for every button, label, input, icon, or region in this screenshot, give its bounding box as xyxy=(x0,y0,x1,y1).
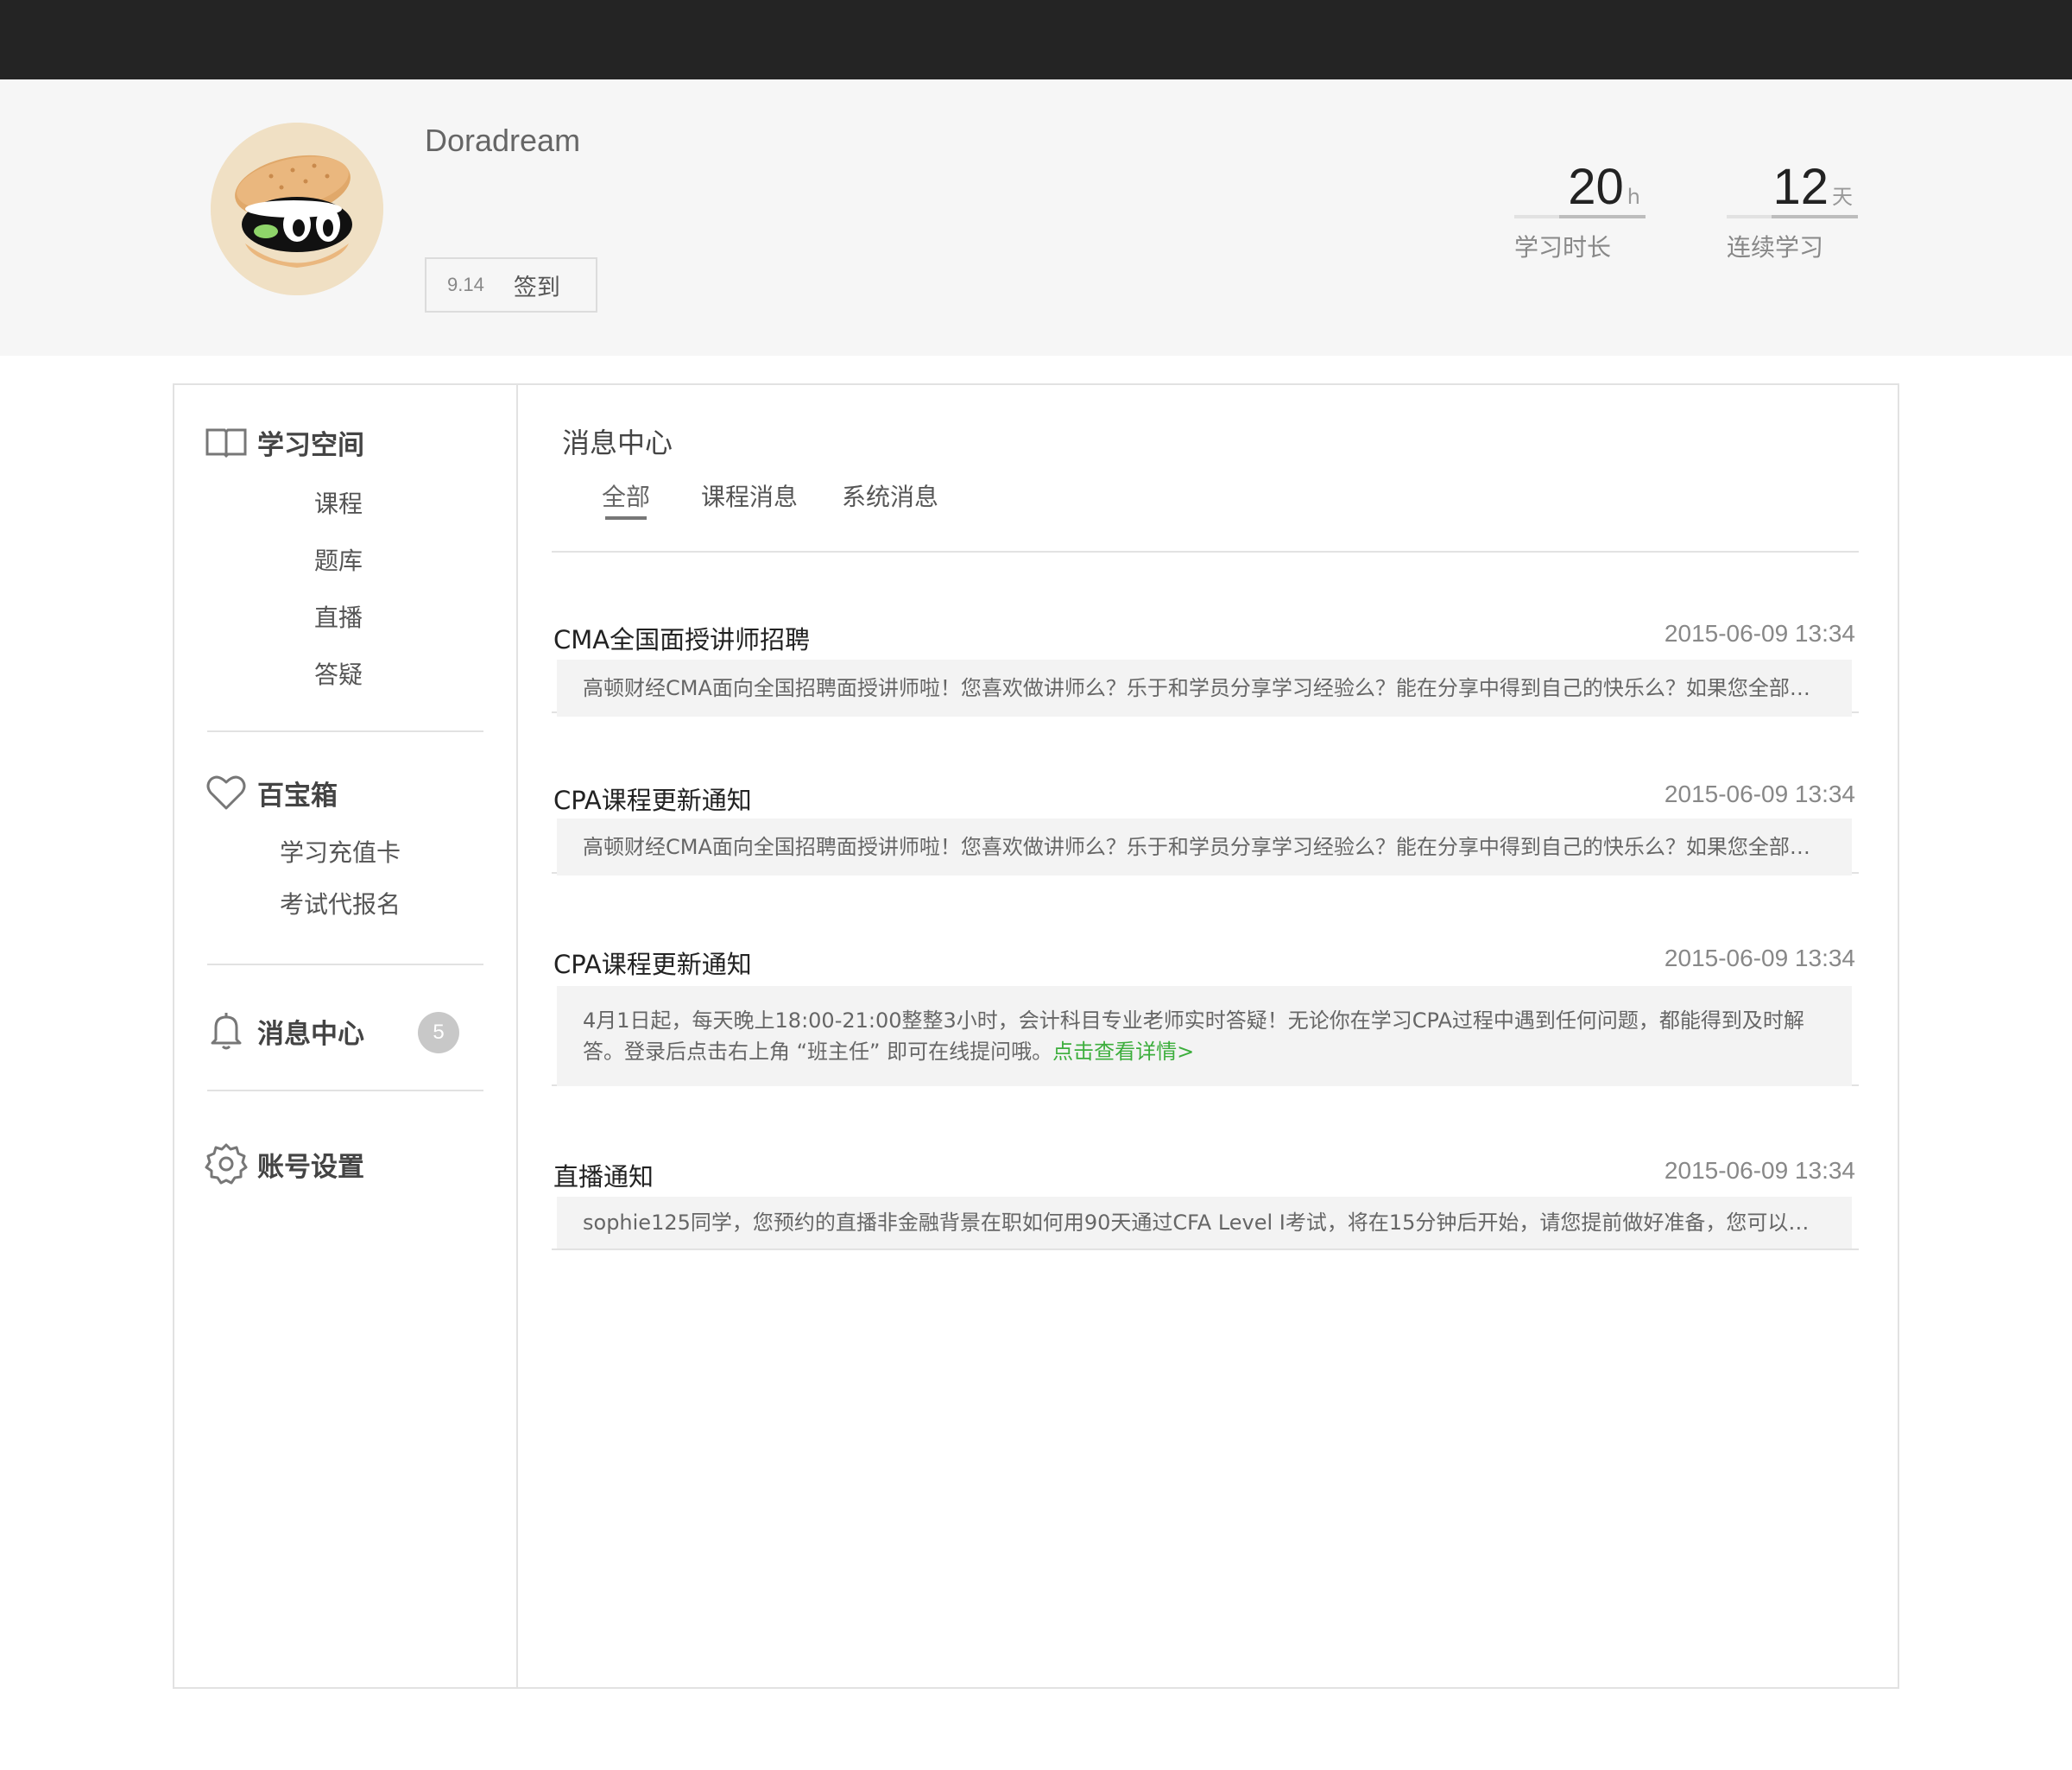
checkin-label: 签到 xyxy=(513,274,560,301)
message-item[interactable]: CMA全国面授讲师招聘 2015-06-09 13:34 高顿财经CMA面向全国… xyxy=(552,553,1859,717)
sidebar-item-recharge-card[interactable]: 学习充值卡 xyxy=(280,834,401,869)
avatar-sandwich-image xyxy=(211,123,383,295)
checkin-date: 9.14 xyxy=(447,274,484,295)
book-icon xyxy=(205,428,247,458)
sidebar-divider xyxy=(207,964,483,965)
message-title[interactable]: CMA全国面授讲师招聘 xyxy=(553,620,810,656)
message-item[interactable]: CPA课程更新通知 2015-06-09 13:34 高顿财经CMA面向全国招聘… xyxy=(552,713,1859,876)
sidebar-group-settings[interactable]: 账号设置 xyxy=(204,1141,364,1186)
sidebar-item-question-bank[interactable]: 题库 xyxy=(314,542,363,577)
message-title[interactable]: CPA课程更新通知 xyxy=(553,945,752,981)
message-time: 2015-06-09 13:34 xyxy=(1664,620,1855,647)
message-time: 2015-06-09 13:34 xyxy=(1664,1157,1855,1184)
streak-days-unit: 天 xyxy=(1832,185,1853,209)
unread-count-badge: 5 xyxy=(418,1012,459,1053)
sidebar: 学习空间 课程 题库 直播 答疑 百宝箱 学习充值卡 考试代报名 消息中心 5 xyxy=(174,385,518,1687)
message-center: 消息中心 全部 课程消息 系统消息 CMA全国面授讲师招聘 2015-06-09… xyxy=(552,385,1864,1687)
message-body: 高顿财经CMA面向全国招聘面授讲师啦！您喜欢做讲师么？乐于和学员分享学习经验么？… xyxy=(557,660,1852,717)
study-hours-value: 20 xyxy=(1568,159,1624,215)
sidebar-group-messages-label: 消息中心 xyxy=(257,1018,364,1050)
gear-icon xyxy=(205,1143,248,1185)
main-panel: 学习空间 课程 题库 直播 答疑 百宝箱 学习充值卡 考试代报名 消息中心 5 xyxy=(173,383,1899,1689)
tab-course-messages[interactable]: 课程消息 xyxy=(701,478,798,513)
sidebar-group-study-space[interactable]: 学习空间 xyxy=(204,420,364,465)
sidebar-item-exam-registration[interactable]: 考试代报名 xyxy=(280,886,401,920)
message-body-text: 高顿财经CMA面向全国招聘面授讲师啦！您喜欢做讲师么？乐于和学员分享学习经验么？… xyxy=(583,835,1826,859)
sidebar-divider xyxy=(207,730,483,732)
page-title: 消息中心 xyxy=(562,427,673,459)
tab-all[interactable]: 全部 xyxy=(602,478,650,520)
message-body: 高顿财经CMA面向全国招聘面授讲师啦！您喜欢做讲师么？乐于和学员分享学习经验么？… xyxy=(557,819,1852,876)
streak-days-label: 连续学习 xyxy=(1727,233,1824,262)
message-time: 2015-06-09 13:34 xyxy=(1664,781,1855,807)
heart-icon xyxy=(206,775,246,810)
study-hours-unit: h xyxy=(1627,185,1640,209)
profile-header: Doradream 9.14 签到 20 h 学习时长 12 天 连续学习 xyxy=(0,79,2072,356)
message-title[interactable]: CPA课程更新通知 xyxy=(553,781,752,817)
sidebar-divider xyxy=(207,1090,483,1091)
sidebar-item-live[interactable]: 直播 xyxy=(314,599,363,634)
streak-days-stat: 12 天 连续学习 xyxy=(1727,161,1858,263)
streak-days-value: 12 xyxy=(1772,159,1829,215)
sidebar-group-messages[interactable]: 消息中心 xyxy=(204,1008,364,1053)
message-tabs: 全部 课程消息 系统消息 xyxy=(552,478,1859,553)
message-body-text: 高顿财经CMA面向全国招聘面授讲师啦！您喜欢做讲师么？乐于和学员分享学习经验么？… xyxy=(583,676,1826,700)
message-body: 4月1日起，每天晚上18:00-21:00整整3小时，会计科目专业老师实时答疑！… xyxy=(557,986,1852,1086)
message-item[interactable]: CPA课程更新通知 2015-06-09 13:34 4月1日起，每天晚上18:… xyxy=(552,874,1859,1086)
sidebar-item-qa[interactable]: 答疑 xyxy=(314,656,363,691)
view-details-link[interactable]: 点击查看详情> xyxy=(1052,1040,1194,1064)
avatar[interactable] xyxy=(211,123,383,295)
message-body: sophie125同学，您预约的直播非金融背景在职如何用90天通过CFA Lev… xyxy=(557,1197,1852,1248)
sidebar-item-courses[interactable]: 课程 xyxy=(314,485,363,520)
checkin-button[interactable]: 9.14 签到 xyxy=(425,257,597,313)
message-item[interactable]: 直播通知 2015-06-09 13:34 sophie125同学，您预约的直播… xyxy=(552,1086,1859,1250)
sidebar-group-toolbox[interactable]: 百宝箱 xyxy=(204,770,338,815)
message-body-text: sophie125同学，您预约的直播非金融背景在职如何用90天通过CFA Lev… xyxy=(583,1211,1826,1235)
message-title[interactable]: 直播通知 xyxy=(553,1157,654,1193)
message-time: 2015-06-09 13:34 xyxy=(1664,945,1855,971)
bell-icon xyxy=(211,1013,242,1050)
sidebar-group-study-space-label: 学习空间 xyxy=(257,429,364,461)
tab-system-messages[interactable]: 系统消息 xyxy=(842,478,938,513)
sidebar-group-toolbox-label: 百宝箱 xyxy=(257,780,338,812)
top-navigation-bar xyxy=(0,0,2072,79)
sidebar-group-settings-label: 账号设置 xyxy=(257,1151,364,1183)
username: Doradream xyxy=(425,123,581,158)
study-hours-stat: 20 h 学习时长 xyxy=(1514,161,1646,263)
study-hours-label: 学习时长 xyxy=(1514,233,1612,262)
